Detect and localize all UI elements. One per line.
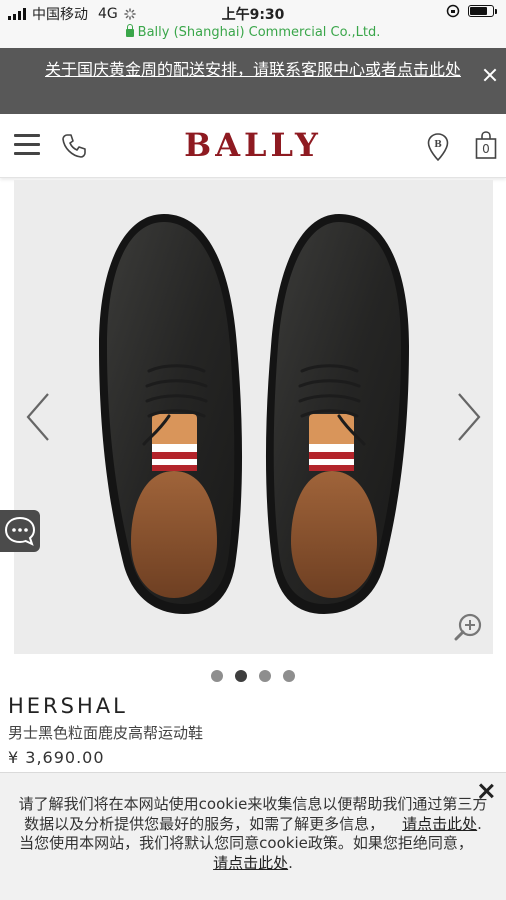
svg-text:B: B — [434, 140, 442, 150]
cookie-link[interactable]: 请点击此处 — [213, 854, 288, 872]
cookie-banner: 请了解我们将在本网站使用cookie来收集信息以便帮助我们通过第三方数据以及分析… — [0, 772, 506, 900]
notice-banner: 关于国庆黄金周的配送安排，请联系客服中心或者点击此处 — [0, 48, 506, 114]
chat-button[interactable] — [0, 510, 40, 552]
product-image — [99, 214, 409, 614]
clock: 上午9:30 — [221, 7, 285, 23]
shopping-bag-icon[interactable]: 0 — [474, 130, 498, 160]
right-shoe — [265, 214, 409, 614]
notice-link[interactable]: 关于国庆黄金周的配送安排，请联系客服中心或者点击此处 — [40, 56, 466, 83]
left-shoe — [99, 214, 243, 614]
battery-icon — [468, 5, 497, 17]
pagination-dot[interactable] — [211, 670, 223, 682]
status-bar: 中国移动 4G 上午9:30 Bally (Shanghai) Commerci… — [0, 0, 506, 48]
pagination-dot[interactable] — [283, 670, 295, 682]
lock-icon — [125, 23, 134, 37]
zoom-in-icon[interactable] — [453, 612, 483, 642]
pagination-dot[interactable] — [235, 670, 247, 682]
chevron-right-icon[interactable] — [453, 392, 483, 442]
cookie-text: . — [288, 853, 293, 872]
cookie-message: 请了解我们将在本网站使用cookie来收集信息以便帮助我们通过第三方数据以及分析… — [18, 795, 488, 873]
cookie-link[interactable]: 请点击此处 — [402, 815, 477, 833]
site-identity: Bally (Shanghai) Commercial Co.,Ltd. — [0, 23, 506, 40]
pagination-dot[interactable] — [259, 670, 271, 682]
gallery-pagination — [0, 670, 506, 682]
product-price: ¥ 3,690.00 — [8, 748, 105, 767]
product-gallery[interactable] — [14, 180, 493, 654]
close-icon[interactable] — [482, 67, 498, 83]
site-identity-label: Bally (Shanghai) Commercial Co.,Ltd. — [137, 25, 381, 40]
rotation-lock-icon — [446, 4, 460, 18]
site-header: BALLY B 0 — [0, 114, 506, 178]
store-locator-icon[interactable]: B — [426, 132, 450, 162]
product-name: HERSHAL — [8, 694, 128, 718]
product-description: 男士黑色粒面鹿皮高帮运动鞋 — [8, 724, 204, 742]
chat-icon — [4, 516, 36, 546]
chevron-left-icon[interactable] — [24, 392, 54, 442]
bag-count: 0 — [482, 142, 490, 156]
